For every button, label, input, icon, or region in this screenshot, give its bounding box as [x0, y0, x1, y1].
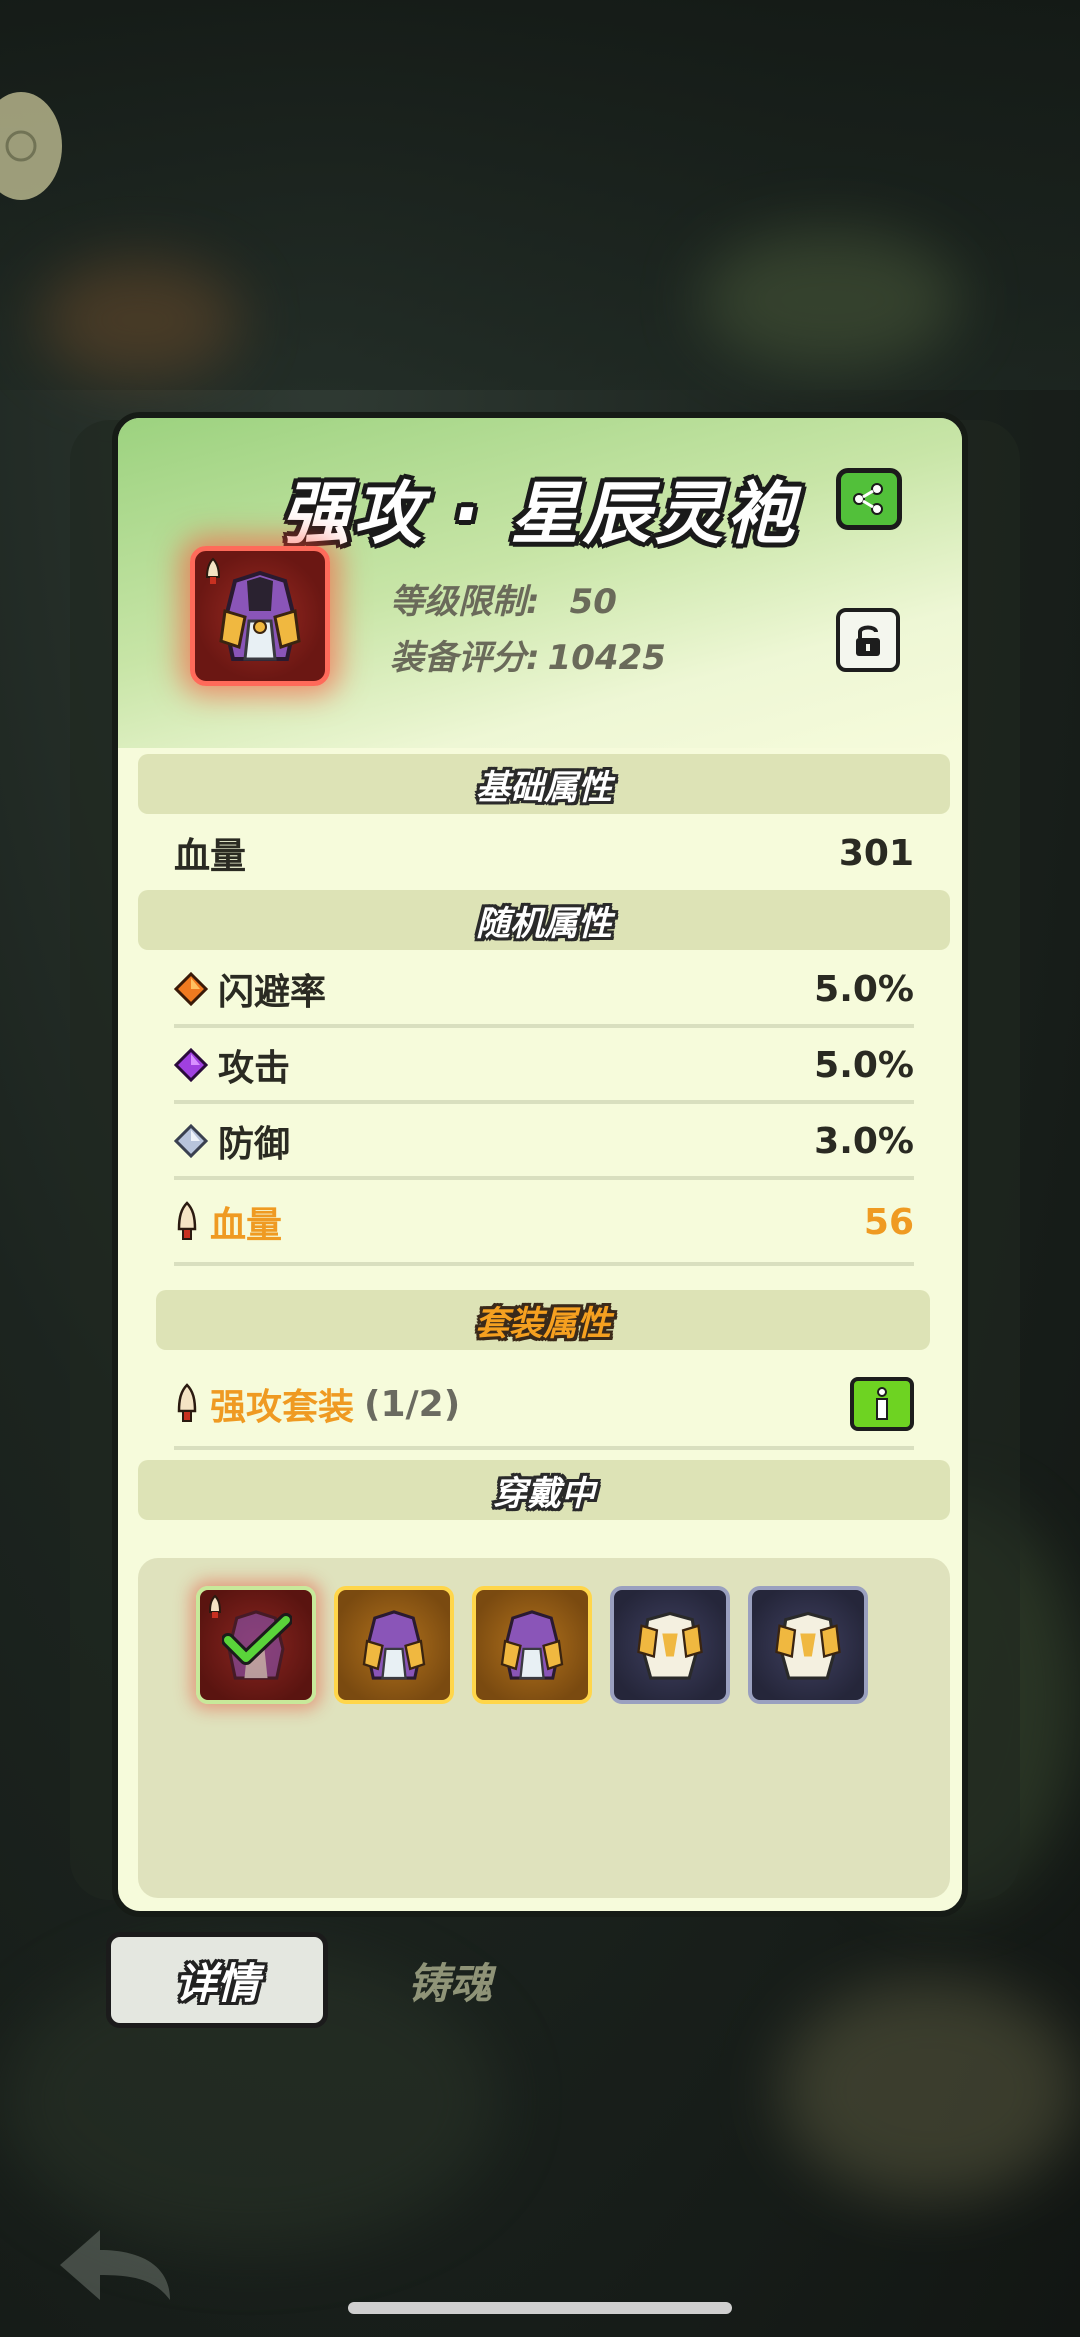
silver-gem-icon: [174, 1124, 208, 1158]
stat-value: 3.0%: [814, 1120, 914, 1162]
section-wearing: 穿戴中: [138, 1460, 950, 1520]
share-button[interactable]: [836, 468, 902, 530]
background-blur: [40, 260, 240, 380]
robe-icon: [219, 570, 301, 661]
background-blur: [780, 1980, 1080, 2200]
base-stat-row: 血量 301: [174, 818, 914, 888]
stat-value: 56: [863, 1201, 914, 1243]
level-label: 等级限制:: [390, 582, 540, 622]
armor-icon: [775, 1611, 841, 1680]
random-stat-row: 闪避率 5.0%: [174, 954, 914, 1028]
share-icon: [853, 483, 883, 515]
tab-soul-forging[interactable]: 铸魂: [408, 1932, 492, 2028]
checkmark-icon: [222, 1613, 292, 1665]
orange-gem-icon: [174, 972, 208, 1006]
tab-details[interactable]: 详情: [106, 1932, 328, 2028]
score-value: 10425: [547, 638, 666, 678]
back-button[interactable]: [50, 2220, 180, 2314]
stat-label: 防御: [218, 1124, 291, 1165]
lock-button[interactable]: [836, 608, 900, 672]
random-stat-row: 攻击 5.0%: [174, 1030, 914, 1104]
equipment-slot[interactable]: [748, 1586, 868, 1704]
stat-label: 血量: [210, 1205, 283, 1246]
home-indicator[interactable]: [348, 2302, 732, 2314]
purple-gem-icon: [174, 1048, 208, 1082]
background-blur: [700, 230, 960, 370]
level-requirement: 等级限制: 50: [390, 574, 617, 623]
equipment-slot-list: [138, 1558, 950, 1898]
stat-value: 5.0%: [814, 968, 914, 1010]
section-random-attributes: 随机属性: [138, 890, 950, 950]
stat-label: 攻击: [218, 1048, 291, 1089]
bell-icon: [177, 1383, 197, 1422]
score-label: 装备评分:: [390, 638, 540, 678]
equipment-slot[interactable]: [610, 1586, 730, 1704]
unlock-icon: [856, 625, 880, 656]
compass-icon: [5, 130, 37, 162]
level-value: 50: [569, 582, 617, 622]
item-icon-robe: [190, 546, 330, 686]
equipment-slot[interactable]: [334, 1586, 454, 1704]
set-bonus-row: 强攻套装 (1/2): [174, 1362, 914, 1450]
robe-icon: [362, 1610, 426, 1680]
set-count: (1/2): [364, 1383, 461, 1425]
set-info-button[interactable]: [850, 1377, 914, 1431]
stat-value: 5.0%: [814, 1044, 914, 1086]
info-icon: [876, 1387, 888, 1420]
robe-icon: [500, 1610, 564, 1680]
section-base-attributes: 基础属性: [138, 754, 950, 814]
set-name: 强攻套装: [210, 1387, 355, 1428]
equipment-slot[interactable]: [472, 1586, 592, 1704]
stat-value: 301: [838, 832, 914, 874]
equipment-detail-card: 强攻 · 星辰灵袍 等级限制: 50 装备评分: 10425 基础属性 血量 3…: [112, 412, 968, 1917]
equipment-score: 装备评分: 10425: [390, 630, 666, 679]
random-stat-row: 防御 3.0%: [174, 1106, 914, 1180]
armor-icon: [637, 1611, 703, 1680]
stat-label: 血量: [174, 836, 247, 877]
random-stat-row-highlight: 血量 56: [174, 1182, 914, 1266]
stat-label: 闪避率: [218, 972, 327, 1013]
equipment-slot-equipped[interactable]: [196, 1586, 316, 1704]
section-set-attributes: 套装属性: [156, 1290, 930, 1350]
bell-icon: [177, 1201, 197, 1240]
back-arrow-icon: [60, 2230, 170, 2300]
